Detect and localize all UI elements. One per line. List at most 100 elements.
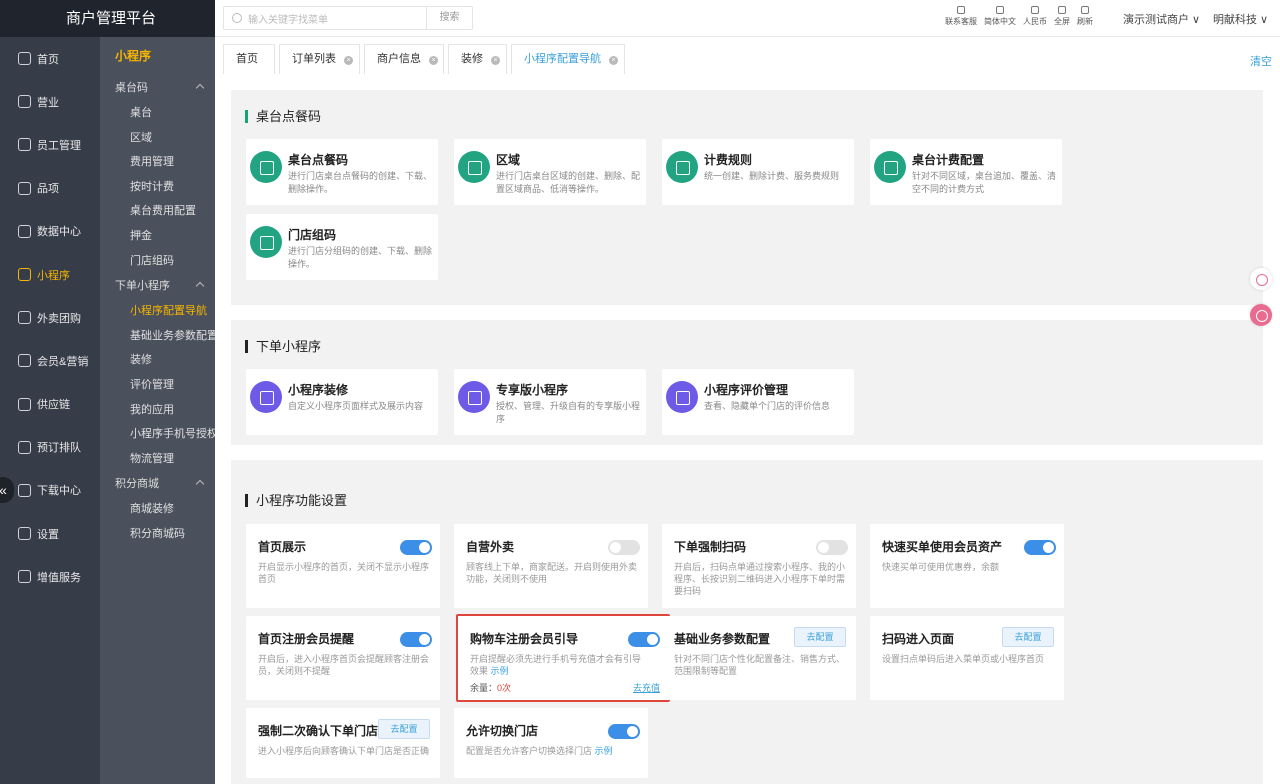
feature-desc: 快速买单可使用优惠券，余额: [882, 561, 1058, 573]
nav-card[interactable]: 桌台点餐码 进行门店桌台点餐码的创建、下载、删除操作。: [246, 139, 438, 205]
tab-3[interactable]: 装修 ×: [448, 44, 507, 74]
download-icon: [18, 483, 31, 497]
section-features: 小程序功能设置 首页展示 开启显示小程序的首页，关闭不显示小程序首页 自营外卖 顾客线…: [231, 460, 1263, 784]
sub-nav-item[interactable]: 评价管理: [100, 373, 215, 398]
configure-button[interactable]: 去配置: [1002, 627, 1054, 647]
tab-2[interactable]: 商户信息 ×: [364, 44, 444, 74]
feature-toggle[interactable]: [608, 540, 640, 555]
sidebar-item-0[interactable]: 首页: [0, 37, 100, 80]
sub-nav-item[interactable]: 积分商城码: [100, 522, 215, 547]
sub-nav-group[interactable]: 桌台码: [100, 75, 215, 101]
sub-nav-item[interactable]: 桌台: [100, 101, 215, 126]
card-desc: 进行门店分组码的创建、下载、删除操作。: [288, 246, 433, 269]
sidebar-item-11[interactable]: 设置: [0, 512, 100, 555]
feature-title: 自营外卖: [466, 540, 515, 554]
sidebar-item-label: 供应链: [37, 399, 70, 412]
sub-nav-item[interactable]: 门店组码: [100, 249, 215, 274]
nav-card[interactable]: 小程序装修 自定义小程序页面样式及展示内容: [246, 369, 438, 435]
clear-tabs-button[interactable]: 清空: [1250, 53, 1272, 69]
sub-nav-item[interactable]: 押金: [100, 224, 215, 249]
feature-card: 基础业务参数配置 针对不同门店个性化配置备注、销售方式、范围限制等配置 去配置: [662, 616, 856, 700]
sub-nav-group[interactable]: 下单小程序: [100, 273, 215, 299]
sub-nav-item[interactable]: 商城装修: [100, 497, 215, 522]
sidebar-item-2[interactable]: 员工管理: [0, 123, 100, 166]
sub-nav-item[interactable]: 物流管理: [100, 447, 215, 472]
sidebar-item-10[interactable]: 下载中心: [0, 469, 100, 512]
search-input[interactable]: 输入关键字找菜单: [248, 11, 426, 26]
feature-toggle[interactable]: [400, 540, 432, 555]
close-icon[interactable]: ×: [491, 56, 500, 65]
close-icon[interactable]: ×: [344, 56, 353, 65]
feature-card: 扫码进入页面 设置扫点单码后进入菜单页或小程序首页 去配置: [870, 616, 1064, 700]
sidebar-item-1[interactable]: 营业: [0, 80, 100, 123]
tab-0[interactable]: 首页: [223, 44, 275, 74]
refresh-button[interactable]: 刷新: [1077, 5, 1093, 27]
sidebar-item-3[interactable]: 品项: [0, 167, 100, 210]
sub-nav-group[interactable]: 积分商城: [100, 471, 215, 497]
nav-card[interactable]: 桌台计费配置 针对不同区域，桌台追加、覆盖、清空不同的计费方式: [870, 139, 1062, 205]
tab-label: 商户信息: [377, 53, 421, 65]
feature-toggle[interactable]: [608, 724, 640, 739]
example-link[interactable]: 示例: [491, 666, 509, 676]
sidebar-item-9[interactable]: 预订排队: [0, 426, 100, 469]
recharge-link[interactable]: 去充值: [633, 681, 660, 694]
refresh-icon: [1081, 6, 1089, 14]
feature-desc: 顾客线上下单，商家配送。开启则使用外卖功能，关闭则不使用: [466, 561, 642, 585]
search-button[interactable]: 搜索: [426, 7, 472, 29]
feature-title: 允许切换门店: [466, 724, 539, 738]
nav-card[interactable]: 专享版小程序 授权、管理、升级自有的专享版小程序: [454, 369, 646, 435]
nav-card[interactable]: 门店组码 进行门店分组码的创建、下载、删除操作。: [246, 214, 438, 280]
feature-toggle[interactable]: [816, 540, 848, 555]
feature-title: 购物车注册会员引导: [470, 632, 579, 646]
section-table-code: 桌台点餐码 桌台点餐码 进行门店桌台点餐码的创建、下载、删除操作。 区域 进行门店桌台…: [231, 90, 1263, 305]
sub-nav-item[interactable]: 装修: [100, 348, 215, 373]
support-button[interactable]: 联系客服: [945, 5, 977, 27]
remaining-label: 余量：: [470, 683, 498, 693]
sidebar-item-label: 数据中心: [37, 226, 81, 239]
customer-service-icon[interactable]: [1250, 268, 1272, 290]
sub-nav-item[interactable]: 小程序手机号授权: [100, 422, 215, 447]
feature-toggle[interactable]: [1024, 540, 1056, 555]
tab-1[interactable]: 订单列表 ×: [279, 44, 360, 74]
card-icon: [250, 151, 282, 183]
assistant-icon[interactable]: [1250, 304, 1272, 326]
sub-nav-item[interactable]: 小程序配置导航: [100, 299, 215, 324]
feature-desc-text: 开启后，进入小程序首页会提醒顾客注册会员，关闭则不提醒: [258, 654, 430, 676]
sidebar-item-4[interactable]: 数据中心: [0, 210, 100, 253]
close-icon[interactable]: ×: [609, 56, 618, 65]
card-icon: [250, 381, 282, 413]
card-title: 桌台计费配置: [912, 153, 985, 167]
configure-button[interactable]: 去配置: [794, 627, 846, 647]
sub-nav-item[interactable]: 费用管理: [100, 150, 215, 175]
sidebar-item-7[interactable]: 会员&营销: [0, 339, 100, 382]
sub-nav-item[interactable]: 区域: [100, 126, 215, 151]
fullscreen-button[interactable]: 全屏: [1054, 5, 1070, 27]
nav-card[interactable]: 区域 进行门店桌台区域的创建、删除、配置区域商品、低消等操作。: [454, 139, 646, 205]
sidebar-item-6[interactable]: 外卖团购: [0, 296, 100, 339]
nav-card[interactable]: 小程序评价管理 查看、隐藏单个门店的评价信息: [662, 369, 854, 435]
company-dropdown[interactable]: 明献科技 ∨: [1213, 11, 1268, 27]
tab-4[interactable]: 小程序配置导航 ×: [511, 44, 625, 74]
merchant-dropdown[interactable]: 演示测试商户 ∨: [1123, 11, 1200, 27]
sub-nav-item[interactable]: 我的应用: [100, 398, 215, 423]
feature-toggle[interactable]: [628, 632, 660, 647]
feature-toggle[interactable]: [400, 632, 432, 647]
sidebar-item-12[interactable]: 增值服务: [0, 555, 100, 598]
search-box[interactable]: 输入关键字找菜单 搜索: [223, 6, 473, 30]
nav-card[interactable]: 计费规则 统一创建、删除计费、服务费规则: [662, 139, 854, 205]
currency-button[interactable]: 人民币: [1023, 5, 1047, 27]
feature-desc-text: 开启显示小程序的首页，关闭不显示小程序首页: [258, 562, 430, 584]
tab-label: 小程序配置导航: [524, 53, 601, 65]
close-icon[interactable]: ×: [429, 56, 438, 65]
service-icon: [18, 570, 31, 584]
sidebar-item-5[interactable]: 小程序: [0, 253, 100, 296]
sidebar-item-8[interactable]: 供应链: [0, 383, 100, 426]
sub-nav-item[interactable]: 按时计费: [100, 175, 215, 200]
home-icon: [18, 52, 31, 66]
sidebar-item-label: 增值服务: [37, 571, 81, 584]
sub-nav-item[interactable]: 桌台费用配置: [100, 199, 215, 224]
language-button[interactable]: 简体中文: [984, 5, 1016, 27]
sub-nav-item[interactable]: 基础业务参数配置: [100, 324, 215, 349]
configure-button[interactable]: 去配置: [378, 719, 430, 739]
example-link[interactable]: 示例: [595, 746, 613, 756]
